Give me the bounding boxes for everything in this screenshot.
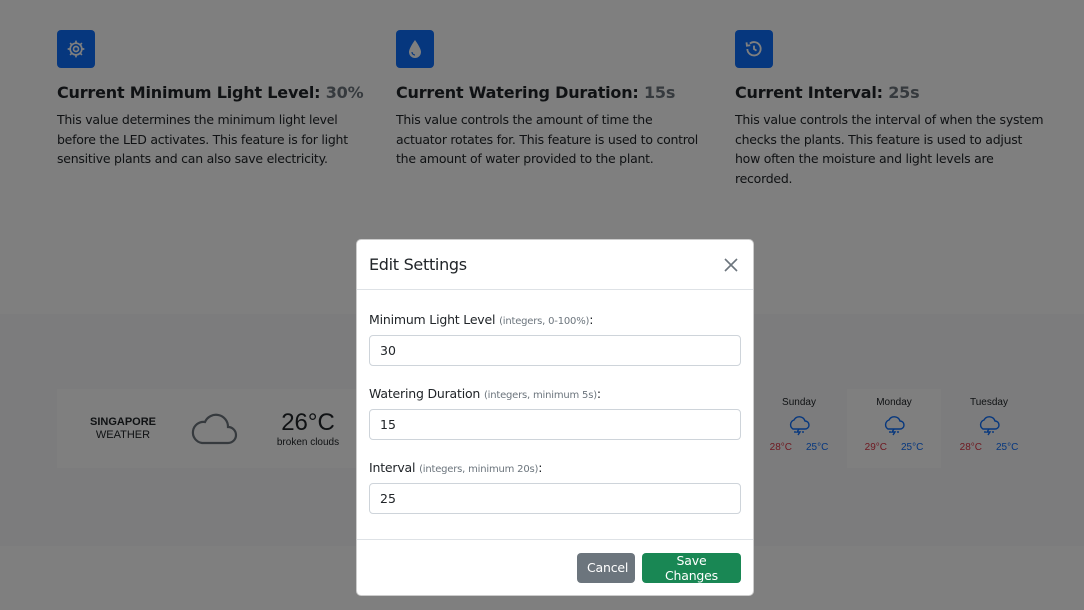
page: Current Minimum Light Level: 30% This va… [0, 0, 1084, 610]
interval-input[interactable] [369, 483, 741, 514]
cancel-button[interactable]: Cancel [577, 552, 635, 583]
modal-body: Minimum Light Level (integers, 0-100%): … [357, 290, 753, 541]
save-changes-button[interactable]: Save Changes [642, 552, 741, 583]
modal-title: Edit Settings [369, 255, 467, 274]
interval-label: Interval (integers, minimum 20s): [369, 460, 543, 475]
min-light-level-field: Minimum Light Level (integers, 0-100%): [369, 290, 741, 366]
min-light-level-label: Minimum Light Level (integers, 0-100%): [369, 312, 594, 327]
watering-duration-label: Watering Duration (integers, minimum 5s)… [369, 386, 601, 401]
modal-footer: Cancel Save Changes [357, 539, 753, 595]
close-icon [724, 257, 738, 272]
interval-field: Interval (integers, minimum 20s): [369, 440, 741, 514]
watering-duration-field: Watering Duration (integers, minimum 5s)… [369, 366, 741, 440]
watering-duration-input[interactable] [369, 409, 741, 440]
edit-settings-modal: Edit Settings Minimum Light Level (integ… [356, 239, 754, 596]
close-button[interactable] [721, 255, 741, 275]
modal-header: Edit Settings [357, 240, 753, 290]
min-light-level-input[interactable] [369, 335, 741, 366]
